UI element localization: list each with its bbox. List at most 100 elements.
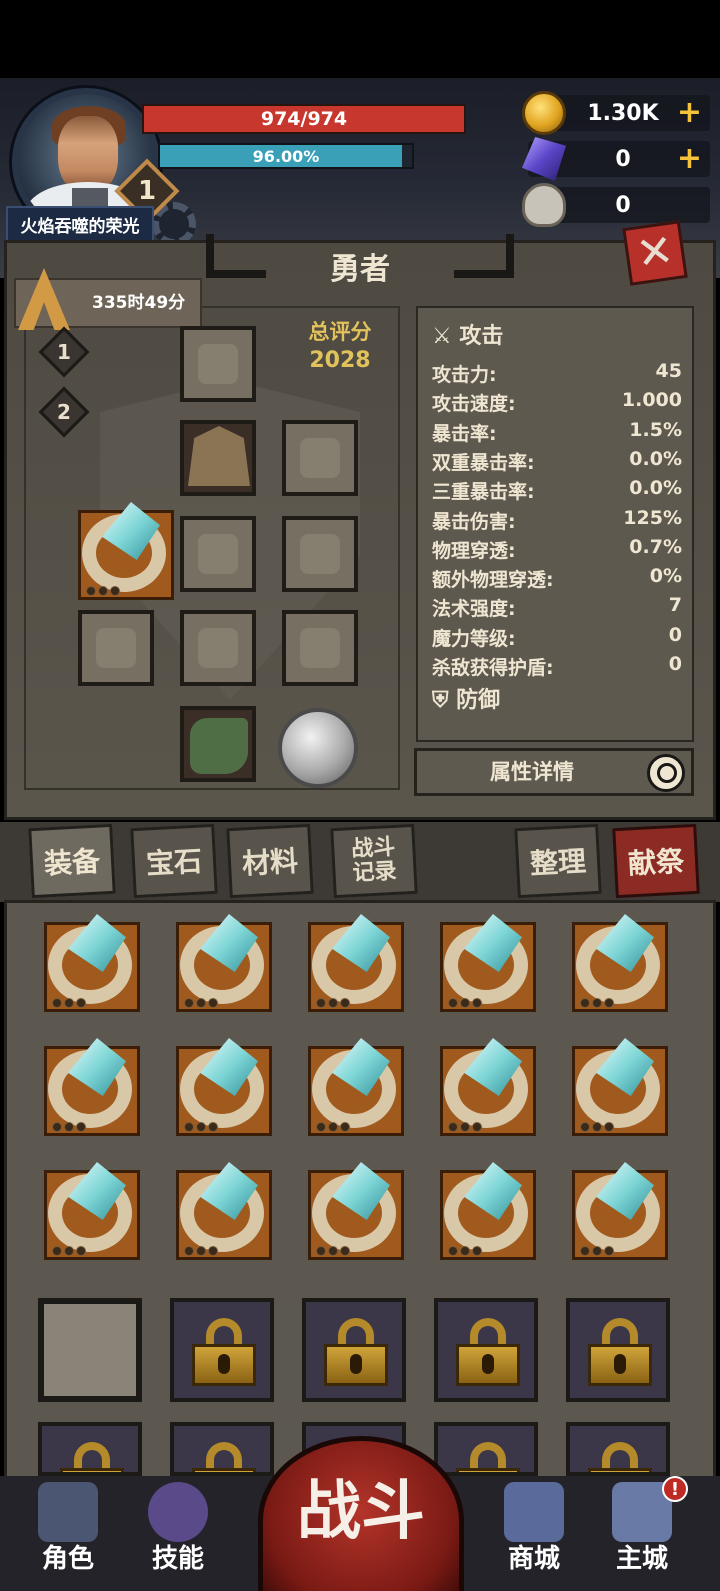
stat-label: 物理穿透: xyxy=(432,539,516,562)
locked-inventory-slot[interactable] xyxy=(38,1422,142,1476)
locked-inventory-slot[interactable] xyxy=(302,1298,406,1402)
close-button[interactable]: ✕ xyxy=(622,220,688,286)
ring-sockets xyxy=(580,1246,620,1256)
gem-socket[interactable] xyxy=(278,708,358,788)
tab-gems[interactable]: 宝石 xyxy=(130,823,218,899)
attack-header-label: 攻击 xyxy=(459,324,504,349)
hp-bar: 974/974 xyxy=(142,104,466,134)
stat-row: 双重暴击率: 0.0% xyxy=(432,448,682,477)
locked-inventory-slot[interactable] xyxy=(170,1298,274,1402)
lock-icon xyxy=(60,1442,124,1472)
belt-slot[interactable] xyxy=(180,516,256,592)
stat-label: 攻击速度: xyxy=(432,393,516,416)
stat-row: 额外物理穿透: 0% xyxy=(432,565,682,594)
sacrifice-button[interactable]: 献祭 xyxy=(612,823,700,899)
sort-button[interactable]: 整理 xyxy=(514,823,602,899)
stat-label: 杀敌获得护盾: xyxy=(432,657,554,679)
lock-icon xyxy=(588,1318,652,1386)
inventory-ring-item[interactable] xyxy=(170,1032,274,1136)
inventory-ring-item[interactable] xyxy=(38,908,142,1012)
coin-icon xyxy=(522,91,566,135)
inventory-ring-item[interactable] xyxy=(170,1156,274,1260)
stat-value: 1.5% xyxy=(629,418,682,441)
inventory-ring-item[interactable] xyxy=(434,1156,538,1260)
nav-shop[interactable]: 商城 xyxy=(488,1480,580,1588)
inventory-ring-item[interactable] xyxy=(566,1156,670,1260)
belt-icon xyxy=(198,534,238,574)
inventory-ring-item[interactable] xyxy=(566,1032,670,1136)
stat-row: 魔力等级: 0 xyxy=(432,624,682,653)
inventory-ring-item[interactable] xyxy=(170,908,274,1012)
mp-value: 96.00% xyxy=(252,146,320,166)
empty-inventory-slot[interactable] xyxy=(38,1298,142,1402)
cape-slot[interactable] xyxy=(282,516,358,592)
equipped-ring[interactable] xyxy=(72,496,176,600)
ram-skull-icon xyxy=(522,183,566,227)
weapon-slot[interactable] xyxy=(78,610,154,686)
add-gold-button[interactable]: + xyxy=(677,95,702,131)
tab-materials[interactable]: 材料 xyxy=(226,823,314,899)
status-bar-area xyxy=(0,0,720,78)
player-name: 火焰吞噬的荣光 xyxy=(6,206,154,242)
inventory-ring-item[interactable] xyxy=(302,1156,406,1260)
stat-value: 0% xyxy=(649,565,682,588)
gold-value: 1.30K xyxy=(587,100,659,126)
lock-icon xyxy=(456,1442,520,1472)
inventory-ring-item[interactable] xyxy=(38,1156,142,1260)
defense-section-header: ⛨ 防御 xyxy=(432,688,501,713)
ring-sockets xyxy=(184,1246,224,1256)
inventory-ring-item[interactable] xyxy=(434,908,538,1012)
mp-bar: 96.00% xyxy=(158,143,414,169)
inventory-ring-item[interactable] xyxy=(566,908,670,1012)
ring-sockets xyxy=(184,1122,224,1132)
boots-slot[interactable] xyxy=(180,706,256,782)
stat-label: 攻击力: xyxy=(432,364,497,386)
inventory-ring-item[interactable] xyxy=(302,908,406,1012)
page-title: 勇者 xyxy=(330,252,390,287)
amulet-slot[interactable] xyxy=(282,420,358,496)
tab-equipment[interactable]: 装备 xyxy=(28,823,116,899)
helmet-icon xyxy=(198,344,238,384)
stat-value: 125% xyxy=(623,506,682,529)
legs-slot[interactable] xyxy=(180,610,256,686)
ring-sockets xyxy=(580,998,620,1008)
attribute-details-button[interactable]: 属性详情 xyxy=(414,748,694,796)
crystal-value: 0 xyxy=(615,146,631,172)
search-icon[interactable] xyxy=(647,754,685,792)
boots-icon xyxy=(190,718,248,774)
rank-timer: 335时49分 xyxy=(92,293,186,313)
inventory-ring-item[interactable] xyxy=(434,1032,538,1136)
locked-inventory-slot[interactable] xyxy=(566,1298,670,1402)
stat-label: 三重暴击率: xyxy=(432,481,535,504)
nav-character[interactable]: 角色 xyxy=(22,1480,114,1588)
lock-icon xyxy=(588,1442,652,1472)
locked-inventory-slot[interactable] xyxy=(566,1422,670,1476)
stat-value: 7 xyxy=(668,594,682,617)
stat-value: 1.000 xyxy=(621,389,682,412)
locked-inventory-slot[interactable] xyxy=(434,1298,538,1402)
add-crystal-button[interactable]: + xyxy=(677,141,702,177)
lock-icon xyxy=(324,1318,388,1386)
gloves-icon xyxy=(300,628,340,668)
close-icon: ✕ xyxy=(633,224,677,281)
ring-sockets xyxy=(448,998,488,1008)
nav-skills[interactable]: 技能 xyxy=(132,1480,224,1588)
score-label: 总评分 xyxy=(308,320,372,344)
inventory-ring-item[interactable] xyxy=(38,1032,142,1136)
stat-label: 魔力等级: xyxy=(432,627,516,650)
gloves-slot[interactable] xyxy=(282,610,358,686)
inventory-ring-item[interactable] xyxy=(302,1032,406,1136)
attribute-details-label: 属性详情 xyxy=(490,760,574,784)
stat-value: 0 xyxy=(668,623,682,646)
chest-slot[interactable] xyxy=(180,420,256,496)
tab-battle-log[interactable]: 战斗记录 xyxy=(330,823,418,899)
stat-row: 三重暴击率: 0.0% xyxy=(432,477,682,506)
skull-value: 0 xyxy=(615,192,631,218)
stat-row: 攻击速度: 1.000 xyxy=(432,389,682,418)
stat-value: 45 xyxy=(655,360,682,382)
ring-sockets xyxy=(52,1122,92,1132)
helmet-slot[interactable] xyxy=(180,326,256,402)
ring-sockets xyxy=(52,998,92,1008)
tier-number-2: 2 xyxy=(57,400,71,424)
ring-sockets xyxy=(316,998,356,1008)
